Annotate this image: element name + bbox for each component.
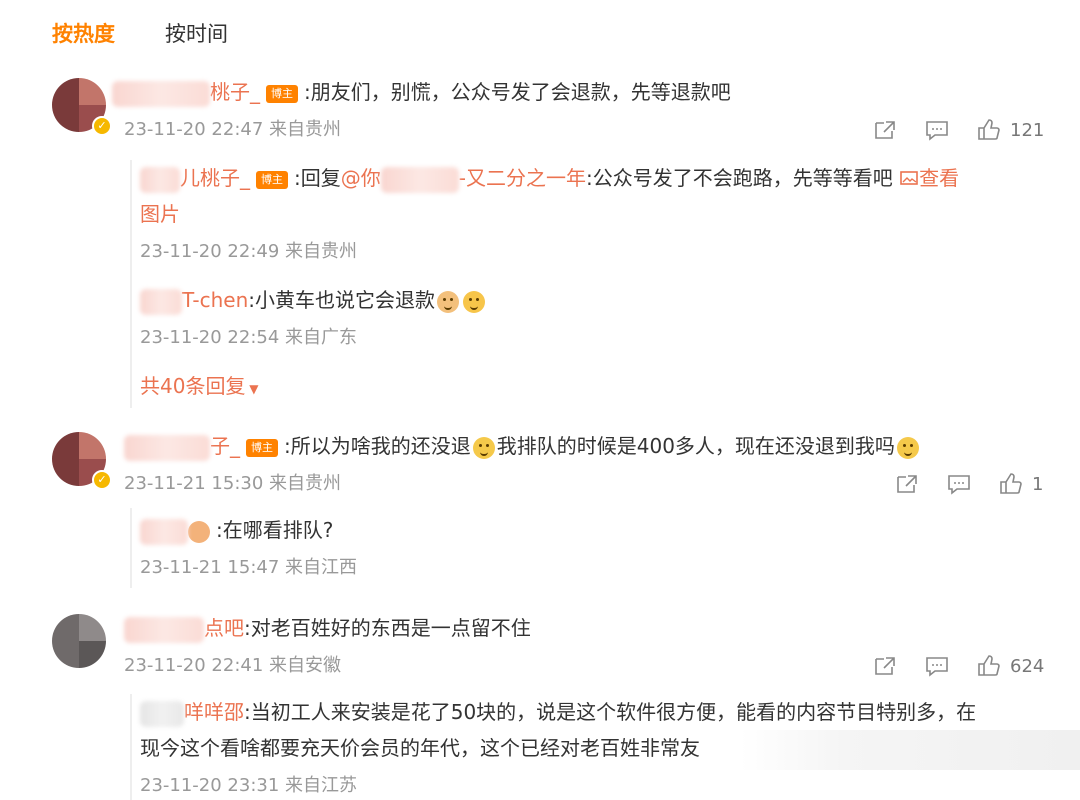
image-icon bbox=[900, 171, 918, 185]
comment-icon bbox=[926, 121, 948, 141]
reply-4-body: 咩咩邵:当初工人来安装是花了50块的，说是这个软件很方便，能看的内容节目特别多，… bbox=[140, 698, 976, 727]
reply-2-text: :小黄车也说它会退款 bbox=[248, 288, 435, 312]
like-button[interactable]: 1 bbox=[998, 472, 1043, 496]
reply-2-meta: 23-11-20 22:54 来自广东 bbox=[140, 327, 358, 348]
comment-3-author[interactable]: 点吧 bbox=[204, 616, 244, 640]
reply-2-body: T-chen:小黄车也说它会退款 bbox=[140, 286, 487, 315]
share-button[interactable] bbox=[894, 472, 920, 496]
reply-3-body: :在哪看排队? bbox=[140, 516, 333, 545]
comment-icon bbox=[948, 475, 970, 495]
share-icon bbox=[897, 475, 917, 493]
reply-prefix: :回复 bbox=[294, 166, 341, 190]
comment-3-body: 点吧:对老百姓好的东西是一点留不住 bbox=[124, 614, 531, 643]
sort-tabs: 按热度 按时间 bbox=[52, 18, 228, 50]
comment-3-actions: 624 bbox=[872, 652, 1044, 680]
comment-button[interactable] bbox=[924, 118, 950, 142]
emoji-face-icon bbox=[437, 290, 459, 313]
user-sticker-icon bbox=[188, 520, 210, 543]
author-tag: 博主 bbox=[256, 170, 288, 189]
emoji-smile-icon bbox=[896, 436, 919, 459]
thumbs-up-icon bbox=[978, 655, 1000, 676]
reply-4-author[interactable]: 咩咩邵 bbox=[184, 700, 244, 724]
comment-2-body: 子_ 博主 :所以为啥我的还没退 我排队的时候是400多人，现在还没退到我吗 bbox=[124, 432, 921, 461]
reply-3-text: :在哪看排队? bbox=[216, 518, 334, 542]
comment-3-text: :对老百姓好的东西是一点留不住 bbox=[244, 616, 531, 640]
view-image-link-cont[interactable]: 图片 bbox=[140, 200, 180, 228]
author-tag: 博主 bbox=[246, 438, 278, 457]
blurred-username bbox=[140, 700, 184, 727]
truncation-fade bbox=[740, 730, 1080, 770]
share-button[interactable] bbox=[872, 118, 898, 142]
emoji-crying-icon bbox=[463, 290, 485, 313]
comment-1-meta: 23-11-20 22:47 来自贵州 bbox=[124, 119, 342, 140]
verified-badge-icon: ✓ bbox=[92, 470, 112, 490]
comment-2-text-b: 我排队的时候是400多人，现在还没退到我吗 bbox=[496, 434, 895, 458]
avatar[interactable] bbox=[52, 614, 106, 668]
blurred-username bbox=[140, 166, 180, 193]
blurred-username bbox=[140, 518, 188, 545]
like-count: 624 bbox=[1010, 655, 1045, 677]
comment-button[interactable] bbox=[946, 472, 972, 496]
blurred-username bbox=[124, 616, 204, 643]
like-button[interactable]: 624 bbox=[976, 654, 1044, 678]
comment-1-actions: 121 bbox=[872, 116, 1044, 144]
view-image-text[interactable]: 图片 bbox=[140, 202, 180, 226]
like-button[interactable]: 121 bbox=[976, 118, 1044, 142]
tab-by-hot[interactable]: 按热度 bbox=[52, 18, 115, 50]
reply-4-meta: 23-11-20 23:31 来自江苏 bbox=[140, 775, 358, 796]
comment-icon bbox=[926, 657, 948, 677]
comment-2-text-a: :所以为啥我的还没退 bbox=[284, 434, 471, 458]
emoji-smile-icon bbox=[472, 436, 495, 459]
like-count: 121 bbox=[1010, 119, 1045, 141]
comment-2-meta: 23-11-21 15:30 来自贵州 bbox=[124, 473, 342, 494]
like-count: 1 bbox=[1032, 473, 1044, 495]
comment-1-text: :朋友们，别慌，公众号发了会退款，先等退款吧 bbox=[304, 80, 731, 104]
share-icon bbox=[875, 121, 895, 139]
mention-link[interactable]: @你 bbox=[341, 166, 381, 190]
mention-link-end[interactable]: -又二分之一年 bbox=[459, 166, 586, 190]
author-tag: 博主 bbox=[266, 84, 298, 103]
reply-1-body: 儿桃子_ 博主 :回复@你 -又二分之一年:公众号发了不会跑路，先等等看吧 查看 bbox=[140, 164, 959, 193]
reply-3-meta: 23-11-21 15:47 来自江西 bbox=[140, 557, 358, 578]
reply-1-text: :公众号发了不会跑路，先等等看吧 bbox=[585, 166, 893, 190]
comment-3-meta: 23-11-20 22:41 来自安徽 bbox=[124, 655, 342, 676]
comment-1-body: 桃子_ 博主 :朋友们，别慌，公众号发了会退款，先等退款吧 bbox=[112, 78, 731, 107]
blurred-username bbox=[140, 288, 182, 315]
tab-by-time[interactable]: 按时间 bbox=[165, 18, 228, 50]
verified-badge-icon: ✓ bbox=[92, 116, 112, 136]
reply-4-text-line1: :当初工人来安装是花了50块的，说是这个软件很方便，能看的内容节目特别多，在 bbox=[244, 700, 977, 724]
reply-1-meta: 23-11-20 22:49 来自贵州 bbox=[140, 241, 358, 262]
blurred-username bbox=[124, 434, 210, 461]
more-replies-button[interactable]: 共40条回复 ▼ bbox=[140, 372, 259, 403]
blurred-username bbox=[112, 80, 210, 107]
comment-1-replies bbox=[130, 160, 1040, 408]
view-image-link[interactable]: 查看 bbox=[899, 166, 959, 190]
reply-4-text-line2: 现今这个看啥都要充天价会员的年代，这个已经对老百姓非常友 bbox=[140, 736, 700, 760]
thumbs-up-icon bbox=[978, 119, 1000, 140]
share-icon bbox=[875, 657, 895, 675]
comment-1-author[interactable]: 桃子_ bbox=[210, 80, 260, 104]
comment-2-actions: 1 bbox=[894, 470, 1043, 498]
reply-2-author[interactable]: T-chen bbox=[182, 288, 248, 312]
caret-down-icon: ▼ bbox=[245, 382, 259, 396]
comment-button[interactable] bbox=[924, 654, 950, 678]
comment-2-author[interactable]: 子_ bbox=[210, 434, 240, 458]
share-button[interactable] bbox=[872, 654, 898, 678]
reply-1-author[interactable]: 儿桃子_ bbox=[180, 166, 250, 190]
thumbs-up-icon bbox=[1000, 473, 1022, 494]
more-replies-label: 共40条回复 bbox=[140, 374, 246, 398]
blurred-mention bbox=[380, 166, 459, 193]
